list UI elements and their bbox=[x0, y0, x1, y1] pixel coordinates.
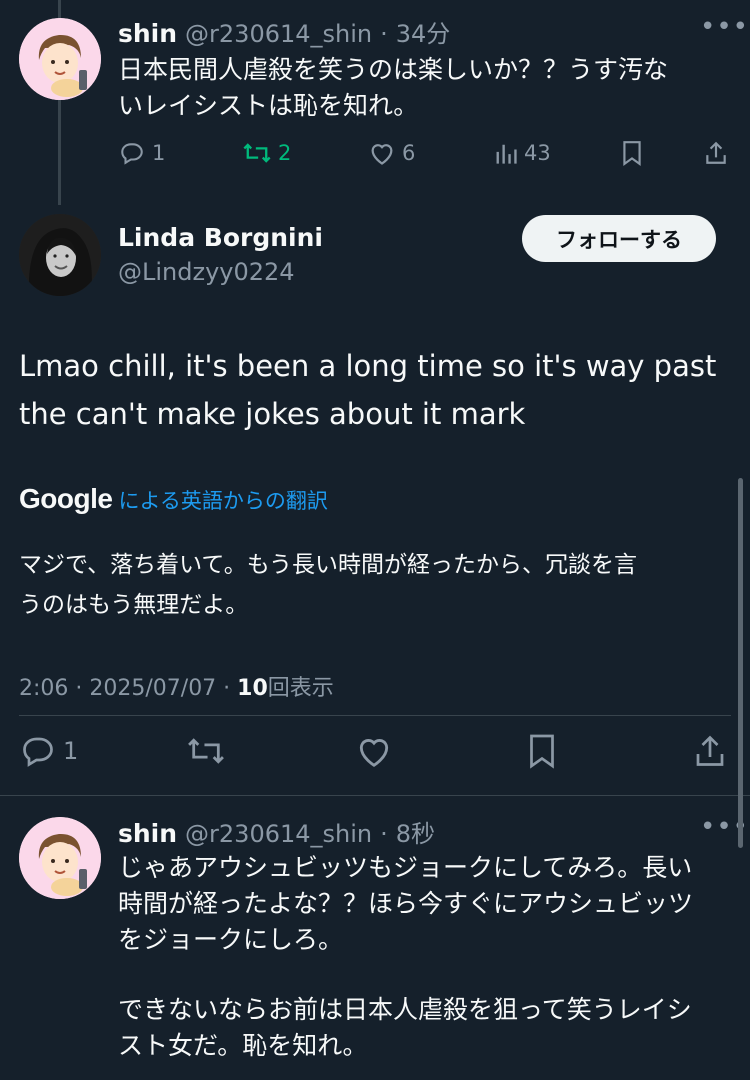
translation-attribution: Google による英語からの翻訳 bbox=[19, 483, 328, 515]
author-name[interactable]: shin bbox=[118, 819, 177, 848]
text-line: 日本民間人虐殺を笑うのは楽しいか？？うす汚な bbox=[118, 55, 669, 84]
share-icon bbox=[696, 735, 724, 766]
reply-icon bbox=[23, 737, 53, 767]
avatar[interactable] bbox=[19, 214, 101, 296]
reply-count: 1 bbox=[152, 141, 166, 165]
text-line: the can't make jokes about it mark bbox=[19, 397, 526, 431]
text-line: をジョークにしろ。 bbox=[118, 925, 344, 954]
text-line: うのはもう無理だよ。 bbox=[19, 592, 249, 618]
avatar[interactable] bbox=[19, 817, 101, 899]
separator-dot: · bbox=[380, 820, 388, 848]
bookmark-button[interactable] bbox=[620, 140, 644, 166]
text-line: じゃあアウシュビッツもジョークにしてみろ。長い bbox=[118, 853, 693, 882]
translated-text: マジで、落ち着いて。もう長い時間が経ったから、冗談を言 うのはもう無理だよ。 bbox=[19, 545, 734, 625]
reply2-text: じゃあアウシュビッツもジョークにしてみろ。長い 時間が経ったよな？？ほら今すぐに… bbox=[118, 850, 733, 1064]
views-count: 43 bbox=[524, 141, 551, 165]
more-icon[interactable]: ••• bbox=[700, 12, 749, 42]
post-time[interactable]: 34分 bbox=[396, 14, 451, 49]
repost-icon bbox=[243, 143, 271, 163]
text-line: 時間が経ったよな？？ほら今すぐにアウシュビッツ bbox=[118, 889, 694, 918]
repost-button[interactable]: 2 bbox=[242, 140, 291, 166]
bookmark-icon bbox=[530, 734, 554, 769]
text-line: マジで、落ち着いて。もう長い時間が経ったから、冗談を言 bbox=[19, 552, 638, 578]
google-logo: Google bbox=[19, 483, 113, 514]
follow-button[interactable]: フォローする bbox=[522, 215, 716, 262]
text-line: いレイシストは恥を知れ。 bbox=[118, 91, 419, 120]
like-button[interactable]: 6 bbox=[368, 140, 415, 166]
reply1-text: 日本民間人虐殺を笑うのは楽しいか？？うす汚な いレイシストは恥を知れ。 bbox=[118, 52, 728, 124]
divider bbox=[19, 715, 731, 716]
share-button[interactable] bbox=[704, 140, 728, 166]
reply-count: 1 bbox=[63, 737, 79, 765]
like-icon bbox=[359, 739, 389, 767]
text-line: できないならお前は日本人虐殺を狙って笑うレイシ bbox=[118, 995, 692, 1024]
bookmark-icon bbox=[623, 141, 641, 166]
reply-button[interactable]: 1 bbox=[19, 733, 78, 769]
like-count: 6 bbox=[402, 141, 416, 165]
text-line: スト女だ。恥を知れ。 bbox=[118, 1031, 368, 1060]
author-name[interactable]: Linda Borgnini bbox=[118, 223, 323, 252]
text-line: Lmao chill, it's been a long time so it'… bbox=[19, 349, 717, 383]
repost-icon bbox=[188, 738, 224, 764]
like-icon bbox=[371, 144, 393, 165]
main-tweet-text: Lmao chill, it's been a long time so it'… bbox=[19, 342, 734, 438]
translation-source-link[interactable]: による英語からの翻訳 bbox=[118, 485, 327, 515]
share-button[interactable] bbox=[692, 733, 728, 769]
tweet-meta: 2:06 · 2025/07/07 · 10回表示 bbox=[19, 670, 334, 702]
divider bbox=[0, 795, 750, 796]
author-handle[interactable]: @Lindzyy0224 bbox=[118, 258, 295, 286]
reply-button[interactable]: 1 bbox=[118, 140, 165, 166]
reply2-header: shin @r230614_shin · 8秒 bbox=[118, 814, 435, 849]
avatar[interactable] bbox=[19, 18, 101, 100]
repost-button[interactable] bbox=[186, 733, 226, 769]
like-button[interactable] bbox=[355, 733, 393, 769]
view-label: 回表示 bbox=[267, 676, 334, 701]
share-icon bbox=[706, 141, 726, 164]
reply1-header: shin @r230614_shin · 34分 bbox=[118, 14, 450, 49]
timestamp[interactable]: 2:06 · 2025/07/07 · bbox=[19, 676, 237, 701]
author-handle[interactable]: @r230614_shin bbox=[185, 20, 372, 48]
separator-dot: · bbox=[380, 20, 388, 48]
bookmark-button[interactable] bbox=[525, 733, 559, 769]
scrollbar[interactable] bbox=[738, 478, 743, 848]
author-name[interactable]: shin bbox=[118, 19, 177, 48]
repost-count: 2 bbox=[278, 141, 292, 165]
views-icon bbox=[496, 144, 517, 164]
view-count: 10 bbox=[237, 676, 268, 701]
reply-icon bbox=[121, 143, 143, 165]
post-time[interactable]: 8秒 bbox=[396, 814, 435, 849]
views-button[interactable]: 43 bbox=[494, 140, 551, 166]
author-handle[interactable]: @r230614_shin bbox=[185, 820, 372, 848]
